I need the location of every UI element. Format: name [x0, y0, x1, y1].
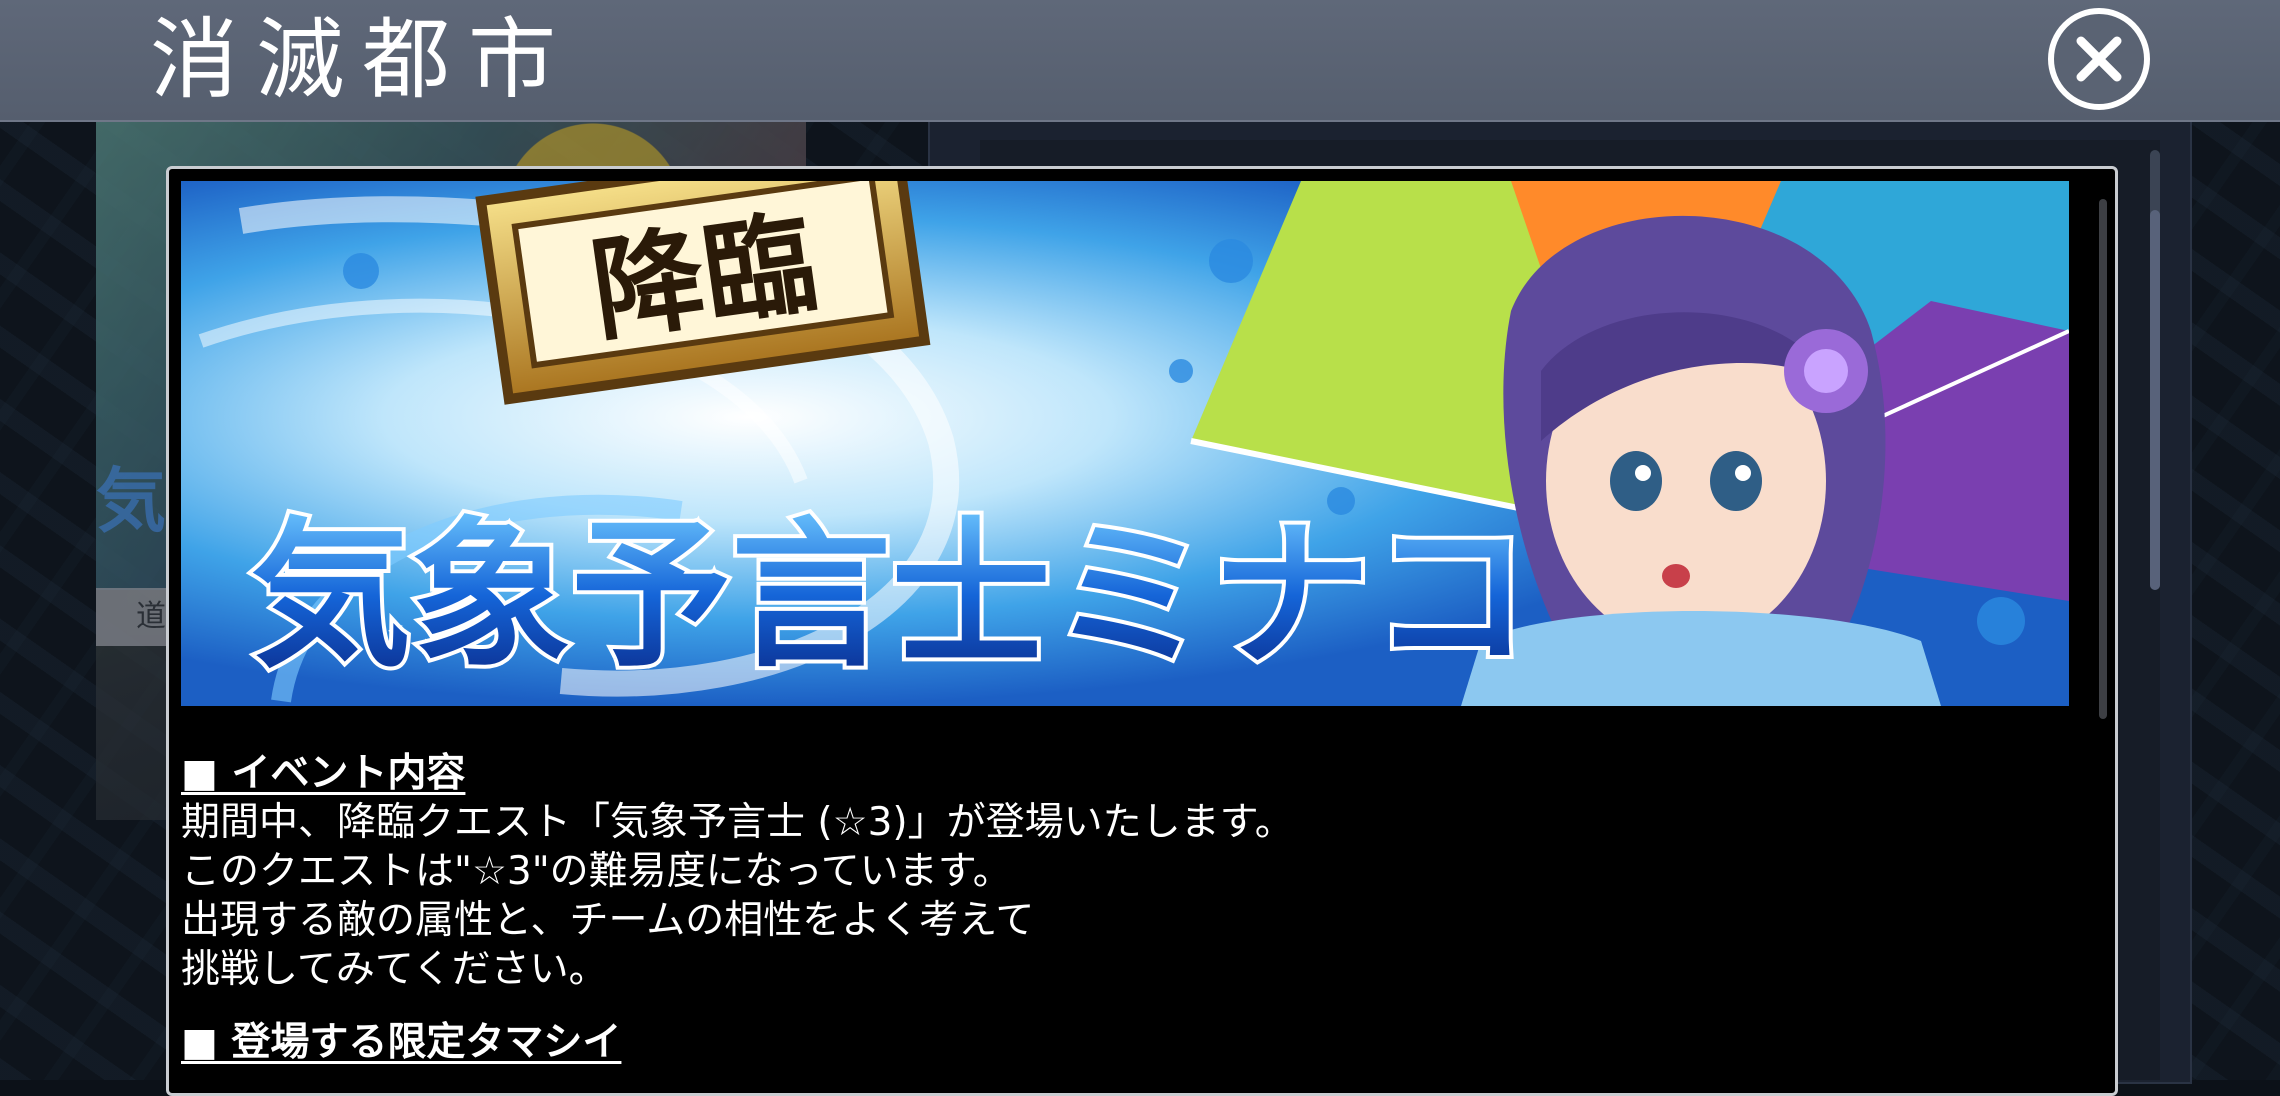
- notice-dialog[interactable]: 降臨 気象予言士ミナコ ■ イベント内容 期間中、降臨クエスト「気象予言士 (☆…: [166, 166, 2118, 1096]
- notice-content: ■ イベント内容 期間中、降臨クエスト「気象予言士 (☆3)」が登場いたします。…: [181, 749, 2041, 1067]
- notice-line: 挑戦してみてください。: [181, 947, 608, 992]
- close-button[interactable]: [2048, 8, 2150, 110]
- event-banner: 降臨 気象予言士ミナコ: [181, 181, 2069, 706]
- notice-line: このクエストは"☆3"の難易度になっています。: [181, 849, 1012, 894]
- section-heading-event: ■ イベント内容: [181, 751, 466, 796]
- notice-scrollbar[interactable]: [2099, 199, 2107, 719]
- banner-title-text: 気象予言士ミナコ: [251, 502, 1531, 689]
- page-title: 消滅都市: [150, 8, 575, 111]
- notice-line: 出現する敵の属性と、チームの相性をよく考えて: [181, 898, 1035, 943]
- section-heading-limited-souls: ■ 登場する限定タマシイ: [181, 1020, 622, 1065]
- header-bar: 消滅都市: [0, 0, 2280, 122]
- close-icon: [2076, 36, 2122, 82]
- background-scrollbar-thumb: [2150, 210, 2160, 590]
- notice-line: 期間中、降臨クエスト「気象予言士 (☆3)」が登場いたします。: [181, 800, 1294, 845]
- background-card-title: 気: [96, 460, 170, 542]
- event-banner-art: 降臨 気象予言士ミナコ: [181, 181, 2069, 706]
